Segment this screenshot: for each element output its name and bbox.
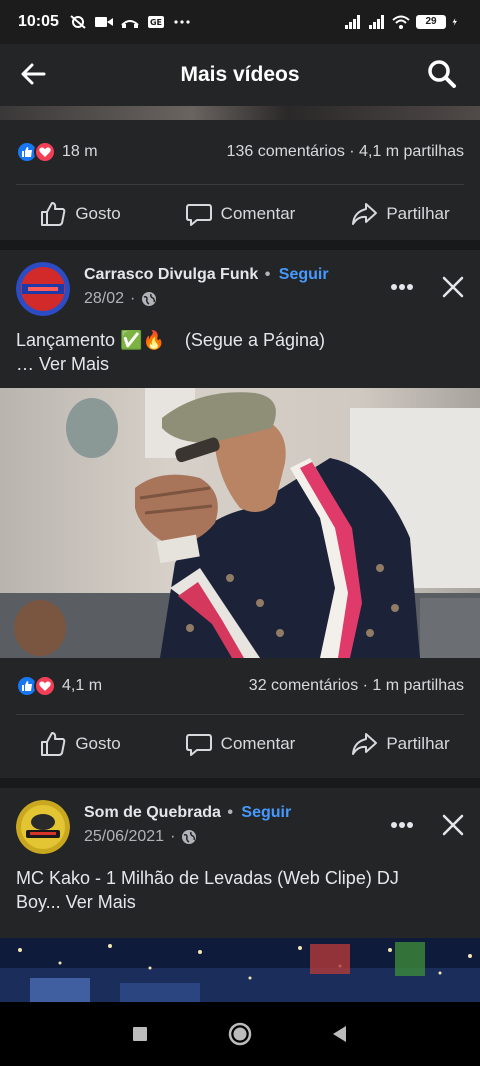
ge-badge-icon: GE <box>147 16 164 28</box>
avatar[interactable] <box>16 800 70 854</box>
svg-text:GE: GE <box>150 18 162 27</box>
avatar[interactable] <box>16 262 70 316</box>
love-reaction-icon <box>34 675 56 697</box>
post-caption: Lançamento ✅🔥 (Segue a Página) … Ver Mai… <box>0 324 480 388</box>
reactions-summary[interactable]: 4,1 m <box>16 675 102 697</box>
caption-line-1: MC Kako - 1 Milhão de Levadas (Web Clipe… <box>16 868 399 888</box>
post-actions: Gosto Comentar Partilhar <box>0 715 480 773</box>
separator-dot: • <box>260 266 271 283</box>
alarm-off-icon <box>70 15 86 29</box>
share-icon <box>352 733 378 755</box>
globe-icon <box>142 292 157 306</box>
more-notifications-icon <box>174 20 190 24</box>
previous-video-thumbnail[interactable] <box>0 106 480 120</box>
post-card-2: Carrasco Divulga Funk • Seguir 28/02 · La… <box>0 250 480 778</box>
video-player[interactable] <box>0 388 480 658</box>
post-meta: Som de Quebrada • Seguir 25/06/2021 · <box>84 800 291 846</box>
page-name[interactable]: Carrasco Divulga Funk <box>84 266 258 283</box>
more-icon[interactable] <box>390 821 414 829</box>
post-caption: MC Kako - 1 Milhão de Levadas (Web Clipe… <box>0 862 480 934</box>
comments-shares[interactable]: 136 comentários · 4,1 m partilhas <box>227 143 464 161</box>
post-card-3: Som de Quebrada • Seguir 25/06/2021 · MC … <box>0 788 480 1002</box>
post-header-actions <box>390 800 464 836</box>
share-label: Partilhar <box>386 204 450 223</box>
system-navigation-bar <box>0 1002 480 1066</box>
globe-icon <box>182 830 197 844</box>
see-more-link[interactable]: … Ver Mais <box>16 352 464 376</box>
post-separator <box>0 240 480 250</box>
post-separator <box>0 778 480 788</box>
like-label: Gosto <box>75 734 121 753</box>
share-label: Partilhar <box>386 734 450 753</box>
follow-link[interactable]: Seguir <box>279 266 329 283</box>
like-label: Gosto <box>75 204 121 223</box>
nav-back-icon[interactable] <box>327 1021 353 1047</box>
author-line: Som de Quebrada • Seguir <box>84 804 291 822</box>
love-reaction-icon <box>34 141 56 163</box>
app-bar: Mais vídeos <box>0 44 480 106</box>
status-time: 10:05 <box>18 13 59 30</box>
charging-icon <box>452 18 457 26</box>
back-arrow-icon[interactable] <box>18 59 48 89</box>
battery-indicator: 29 <box>416 15 446 29</box>
more-icon[interactable] <box>390 283 414 291</box>
like-button[interactable]: Gosto <box>0 200 160 228</box>
separator-dot: • <box>222 804 233 821</box>
like-icon <box>41 202 66 226</box>
video-player[interactable] <box>0 938 480 1002</box>
signal-icon-1 <box>345 15 360 29</box>
separator-dot: · <box>170 828 176 845</box>
post-date-line: 25/06/2021 · <box>84 828 291 846</box>
post-header-actions <box>390 262 464 298</box>
video-thumbnail[interactable] <box>0 388 480 658</box>
video-thumbnail[interactable] <box>0 938 480 1002</box>
share-icon <box>352 203 378 225</box>
page-name[interactable]: Som de Quebrada <box>84 804 221 821</box>
comment-label: Comentar <box>220 734 296 753</box>
comment-button[interactable]: Comentar <box>160 200 320 228</box>
post-date[interactable]: 25/06/2021 <box>84 828 164 846</box>
status-notification-icons: GE <box>69 15 191 29</box>
status-bar: 10:05 GE 29 <box>0 0 480 44</box>
page-title: Mais vídeos <box>180 63 300 86</box>
missed-call-icon <box>121 20 139 28</box>
comment-icon <box>185 204 212 226</box>
comments-shares[interactable]: 32 comentários · 1 m partilhas <box>249 677 464 695</box>
comment-icon <box>185 734 212 756</box>
share-button[interactable]: Partilhar <box>320 730 480 758</box>
post-header: Carrasco Divulga Funk • Seguir 28/02 · <box>0 250 480 324</box>
post-card-1: 18 m 136 comentários · 4,1 m partilhas G… <box>0 120 480 240</box>
like-icon <box>41 732 66 756</box>
see-more-link[interactable]: Boy... Ver Mais <box>16 890 464 914</box>
video-icon <box>94 17 113 27</box>
close-icon[interactable] <box>442 814 464 836</box>
search-icon[interactable] <box>426 58 458 90</box>
comment-label: Comentar <box>220 204 296 223</box>
share-button[interactable]: Partilhar <box>320 200 480 228</box>
reaction-count: 18 m <box>62 143 98 160</box>
follow-link[interactable]: Seguir <box>241 804 291 821</box>
post-date-line: 28/02 · <box>84 290 329 308</box>
close-icon[interactable] <box>442 276 464 298</box>
author-line: Carrasco Divulga Funk • Seguir <box>84 266 329 284</box>
separator-dot: · <box>130 290 136 307</box>
nav-recents-icon[interactable] <box>127 1021 153 1047</box>
post-stats: 18 m 136 comentários · 4,1 m partilhas <box>0 120 480 184</box>
comment-button[interactable]: Comentar <box>160 730 320 758</box>
post-header: Som de Quebrada • Seguir 25/06/2021 · <box>0 788 480 862</box>
wifi-icon <box>392 15 410 29</box>
caption-line-1: Lançamento ✅🔥 (Segue a Página) <box>16 330 325 350</box>
nav-home-icon[interactable] <box>227 1021 253 1047</box>
post-actions: Gosto Comentar Partilhar <box>0 185 480 243</box>
post-date[interactable]: 28/02 <box>84 290 124 308</box>
signal-icon-2 <box>369 15 384 29</box>
post-meta: Carrasco Divulga Funk • Seguir 28/02 · <box>84 262 329 308</box>
reactions-summary[interactable]: 18 m <box>16 141 98 163</box>
like-button[interactable]: Gosto <box>0 730 160 758</box>
reaction-count: 4,1 m <box>62 677 103 694</box>
post-stats: 4,1 m 32 comentários · 1 m partilhas <box>0 658 480 714</box>
